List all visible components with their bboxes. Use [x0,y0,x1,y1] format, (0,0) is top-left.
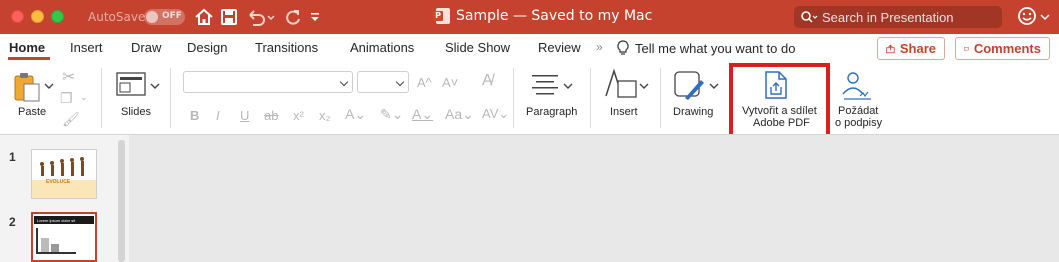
copy-icon[interactable]: ❐ [60,90,73,107]
search-input[interactable] [822,9,992,25]
autosave-toggle-knob [146,11,158,23]
lightbulb-icon [617,40,629,55]
drawing-label: Drawing [673,106,714,118]
drawing-chevron-down-icon[interactable] [709,82,719,90]
paste-chevron-down-icon[interactable] [44,82,54,90]
separator [170,68,171,128]
insert-icon[interactable] [604,68,638,100]
powerpoint-doc-icon [433,8,450,24]
slide-thumbnail-2[interactable]: Lorem ipsum dolor sit [31,212,97,262]
insert-chevron-down-icon[interactable] [639,82,649,90]
comments-label: Comments [973,41,1041,56]
search-box[interactable] [794,6,1002,28]
paste-icon[interactable] [12,70,44,104]
separator [590,68,591,128]
undo-icon[interactable] [244,6,276,28]
more-tabs-icon[interactable]: » [596,40,603,54]
font-color-icon[interactable]: A⌄ [412,106,433,123]
tab-home[interactable]: Home [9,40,45,55]
insert-label: Insert [610,106,638,118]
tab-transitions[interactable]: Transitions [255,40,318,55]
strikethrough-button[interactable]: ab [264,108,278,123]
maximize-window-button[interactable] [51,10,64,23]
request-signatures-label-2[interactable]: o podpisy [835,117,882,129]
save-icon[interactable] [218,6,240,28]
comment-icon [964,46,969,52]
copy-chevron-down-icon[interactable]: ⌄ [80,92,88,103]
tab-insert[interactable]: Insert [70,40,103,55]
format-painter-icon[interactable]: 🖌 [62,111,80,128]
minimize-window-button[interactable] [31,10,44,23]
text-effects-icon[interactable]: A⌄ [345,106,366,123]
slide-1-title: EVOLUCE [46,179,71,185]
tell-me-box[interactable]: Tell me what you want to do [617,40,795,56]
slides-label: Slides [121,106,151,118]
tab-draw[interactable]: Draw [131,40,161,55]
paragraph-label: Paragraph [526,106,578,118]
search-icon [801,11,818,23]
tell-me-text: Tell me what you want to do [635,40,796,56]
autosave-label: AutoSave [88,10,146,24]
bold-button[interactable]: B [190,108,199,123]
customize-toolbar-icon[interactable] [308,6,322,28]
paragraph-icon[interactable] [530,72,560,96]
active-tab-indicator [8,57,50,60]
slides-chevron-down-icon[interactable] [150,82,160,90]
comments-button[interactable]: Comments [955,37,1050,60]
increase-font-size-icon[interactable]: A^ [417,75,432,90]
share-button[interactable]: Share [877,37,945,60]
subscript-button[interactable]: x₂ [319,108,331,123]
font-size-dropdown[interactable] [357,71,409,93]
change-case-icon[interactable]: Aa⌄ [445,106,474,123]
smiley-icon[interactable] [1017,6,1037,26]
home-icon[interactable] [193,6,215,28]
slides-icon[interactable] [116,72,146,98]
paragraph-chevron-down-icon[interactable] [563,82,573,90]
paste-label: Paste [18,106,47,118]
title-bar: AutoSave OFF Sample — Saved to my Mac [0,0,1059,34]
drawing-icon[interactable] [673,70,707,102]
clear-formatting-icon[interactable]: A̸ [482,72,493,90]
request-signatures-label-1[interactable]: Požádat [838,105,878,117]
share-label: Share [899,41,936,56]
slide-number-2: 2 [9,215,16,229]
chevron-down-icon[interactable] [1040,13,1050,21]
separator [660,68,661,128]
document-title: Sample — Saved to my Mac [433,8,653,24]
character-spacing-icon[interactable]: AV⌄ [482,106,509,122]
slide-2-title: Lorem ipsum dolor sit [37,218,76,223]
autosave-toggle[interactable]: OFF [144,9,185,25]
separator [101,68,102,128]
highlight-icon[interactable]: ✎⌄ [380,106,403,123]
font-name-dropdown[interactable] [183,71,353,93]
italic-button[interactable]: I [216,108,220,123]
tab-review[interactable]: Review [538,40,581,55]
superscript-button[interactable]: x² [293,108,304,123]
highlight-annotation [729,63,830,142]
decrease-font-size-icon[interactable]: A˅ [442,75,458,90]
thumbnails-scrollbar[interactable] [118,140,125,262]
underline-button[interactable]: U [240,108,249,123]
autosave-state: OFF [162,11,182,21]
evolution-image-icon [32,150,96,198]
close-window-button[interactable] [11,10,24,23]
slide-editing-area[interactable] [129,135,1059,262]
tab-design[interactable]: Design [187,40,227,55]
share-icon [886,44,895,53]
slide-number-1: 1 [9,150,16,164]
slide-thumbnail-1[interactable]: EVOLUCE [31,149,97,199]
tab-animations[interactable]: Animations [350,40,414,55]
redo-icon[interactable] [282,6,304,28]
separator [513,68,514,128]
tab-slide-show[interactable]: Slide Show [445,40,510,55]
cut-icon[interactable]: ✂ [62,67,75,87]
signature-icon[interactable] [840,70,874,102]
document-title-text: Sample — Saved to my Mac [456,8,653,24]
